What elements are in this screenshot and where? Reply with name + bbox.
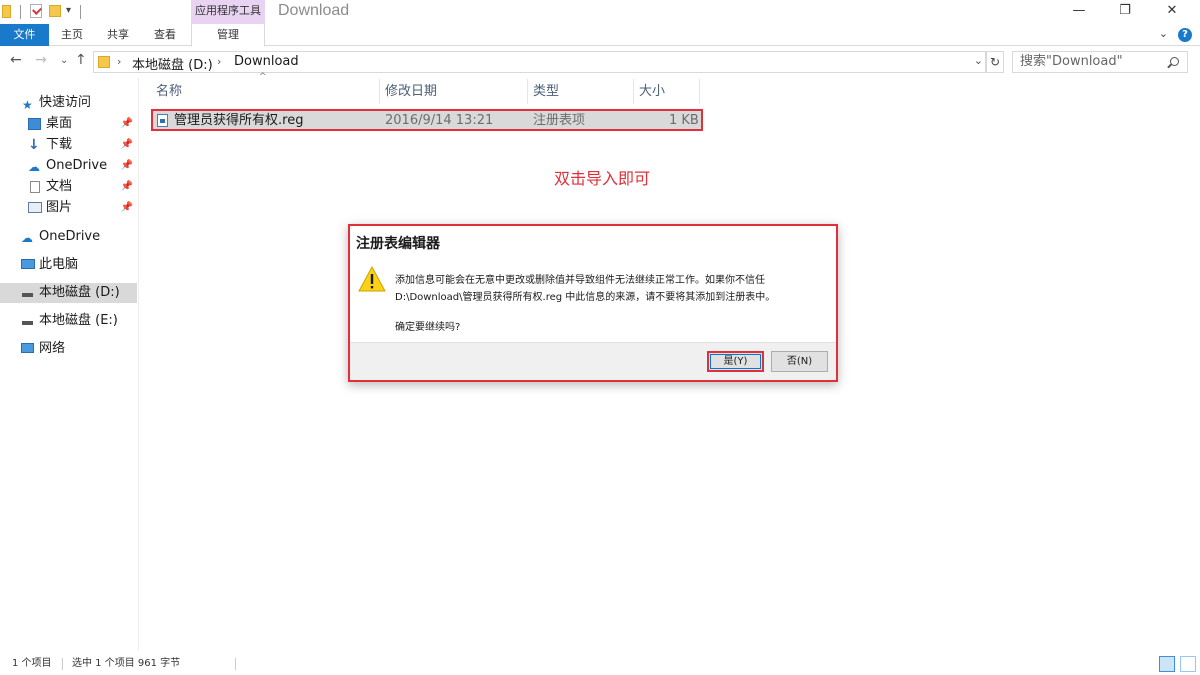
file-modified: 2016/9/14 13:21 [385, 113, 494, 128]
status-bar: 1 个项目 选中 1 个项目 961 字节 [0, 653, 1200, 675]
details-view-icon[interactable] [1159, 656, 1175, 672]
breadcrumb-drive[interactable]: 本地磁盘 (D:) [132, 54, 213, 73]
maximize-button[interactable]: ❐ [1103, 2, 1147, 22]
folder-icon [98, 56, 110, 68]
dialog-footer: 是(Y) 否(N) [350, 342, 836, 380]
column-divider[interactable] [699, 79, 700, 104]
tab-view[interactable]: 查看 [145, 24, 185, 46]
minimize-button[interactable]: — [1057, 2, 1101, 22]
separator [20, 5, 21, 19]
pin-icon[interactable]: 📌 [121, 135, 133, 155]
ribbon-tabs: 文件 主页 共享 查看 管理 ⌄? [0, 24, 1200, 47]
download-arrow-icon: ↓ [28, 137, 40, 153]
desktop-icon [28, 118, 41, 130]
column-divider[interactable] [379, 79, 380, 104]
picture-icon [28, 202, 42, 213]
dialog-question: 确定要继续吗? [395, 322, 461, 333]
computer-icon [21, 259, 35, 269]
separator [235, 658, 236, 670]
yes-button[interactable]: 是(Y) [707, 351, 764, 372]
customize-toolbar-icon[interactable]: ▾ [66, 5, 71, 16]
close-button[interactable]: ✕ [1150, 2, 1194, 22]
sidebar-item-quick-access[interactable]: ★ 快速访问 [0, 93, 137, 113]
drive-icon [22, 321, 33, 325]
sidebar-item-this-pc[interactable]: 此电脑 [0, 255, 137, 275]
new-folder-icon[interactable] [49, 5, 61, 17]
column-header-modified[interactable]: 修改日期 [385, 79, 437, 104]
properties-icon[interactable] [30, 4, 42, 18]
pin-icon[interactable]: 📌 [121, 156, 133, 176]
column-header-size[interactable]: 大小 [639, 79, 665, 104]
forward-arrow-icon[interactable]: → [35, 52, 47, 68]
navigation-pane: ★ 快速访问 桌面 📌 ↓ 下载 📌 ☁ OneDrive 📌 文档 📌 图片 … [0, 78, 139, 650]
selection-info: 选中 1 个项目 961 字节 [72, 658, 181, 669]
tab-file[interactable]: 文件 [0, 24, 49, 46]
chevron-right-icon[interactable]: › [217, 55, 221, 68]
pin-icon[interactable]: 📌 [121, 177, 133, 197]
refresh-button[interactable]: ↻ [986, 51, 1004, 73]
table-row[interactable]: 管理员获得所有权.reg 2016/9/14 13:21 注册表项 1 KB [151, 109, 703, 131]
cloud-icon: ☁ [21, 231, 33, 245]
pin-icon[interactable]: 📌 [121, 198, 133, 218]
sidebar-item-onedrive[interactable]: ☁ OneDrive [0, 227, 137, 247]
pin-icon[interactable]: 📌 [121, 114, 133, 134]
file-size: 1 KB [669, 113, 699, 128]
address-row: ← → ⌄ ↑ › 本地磁盘 (D:) › Download ⌄ ↻ 搜索"Do… [0, 49, 1200, 75]
dialog-message-line2: D:\Download\管理员获得所有权.reg 中此信息的来源，请不要将其添加… [395, 292, 776, 303]
tab-manage[interactable]: 管理 [191, 24, 265, 47]
search-input[interactable]: 搜索"Download" [1012, 51, 1188, 73]
file-type: 注册表项 [533, 113, 586, 128]
separator [62, 658, 63, 670]
sort-ascending-icon: ^ [259, 72, 267, 82]
sidebar-item-drive-d[interactable]: 本地磁盘 (D:) [0, 283, 137, 303]
sidebar-item-drive-e[interactable]: 本地磁盘 (E:) [0, 311, 137, 331]
back-arrow-icon[interactable]: ← [10, 52, 22, 68]
tab-share[interactable]: 共享 [98, 24, 138, 46]
separator [80, 5, 81, 19]
sidebar-item-downloads[interactable]: ↓ 下载 📌 [0, 135, 137, 155]
breadcrumb-folder[interactable]: Download [234, 54, 299, 69]
sidebar-item-desktop[interactable]: 桌面 📌 [0, 114, 137, 134]
sidebar-item-network[interactable]: 网络 [0, 339, 137, 359]
column-header-name[interactable]: 名称 [156, 79, 182, 104]
dialog-message-line1: 添加信息可能会在无意中更改或删除值并导致组件无法继续正常工作。如果你不信任 [395, 275, 765, 286]
sidebar-item-documents[interactable]: 文档 📌 [0, 177, 137, 197]
cloud-icon: ☁ [28, 160, 40, 174]
registry-file-icon [157, 114, 168, 127]
large-icons-view-icon[interactable] [1180, 656, 1196, 672]
dialog-title: 注册表编辑器 [356, 236, 440, 252]
search-placeholder: 搜索"Download" [1020, 54, 1123, 69]
context-tab-group-label: 应用程序工具 [191, 0, 265, 24]
recent-locations-icon[interactable]: ⌄ [60, 55, 68, 66]
chevron-down-icon[interactable]: ⌄ [974, 54, 983, 67]
sidebar-item-pictures[interactable]: 图片 📌 [0, 198, 137, 218]
tab-home[interactable]: 主页 [52, 24, 92, 46]
window-title: Download [278, 2, 350, 19]
item-count: 1 个项目 [12, 658, 52, 669]
file-name: 管理员获得所有权.reg [174, 113, 304, 128]
help-icon[interactable]: ? [1178, 28, 1192, 42]
no-button[interactable]: 否(N) [771, 351, 828, 372]
registry-editor-dialog: 注册表编辑器 添加信息可能会在无意中更改或删除值并导致组件无法继续正常工作。如果… [348, 224, 838, 382]
star-icon: ★ [22, 98, 33, 112]
warning-icon [358, 266, 386, 292]
ribbon-controls: ⌄? [1159, 27, 1192, 42]
document-icon [30, 181, 40, 193]
folder-icon [2, 5, 11, 18]
up-arrow-icon[interactable]: ↑ [75, 52, 87, 68]
address-bar[interactable]: › 本地磁盘 (D:) › Download ⌄ [93, 51, 986, 73]
sidebar-item-onedrive-quick[interactable]: ☁ OneDrive 📌 [0, 156, 137, 176]
column-header-type[interactable]: 类型 [533, 79, 559, 104]
column-divider[interactable] [633, 79, 634, 104]
instruction-annotation: 双击导入即可 [554, 169, 651, 188]
drive-icon [22, 293, 33, 297]
network-icon [21, 343, 34, 353]
column-divider[interactable] [527, 79, 528, 104]
expand-ribbon-icon[interactable]: ⌄ [1159, 27, 1168, 40]
chevron-right-icon[interactable]: › [117, 55, 121, 68]
search-icon [1170, 57, 1179, 66]
title-bar: ▾ 应用程序工具 Download — ❐ ✕ [0, 0, 1200, 24]
